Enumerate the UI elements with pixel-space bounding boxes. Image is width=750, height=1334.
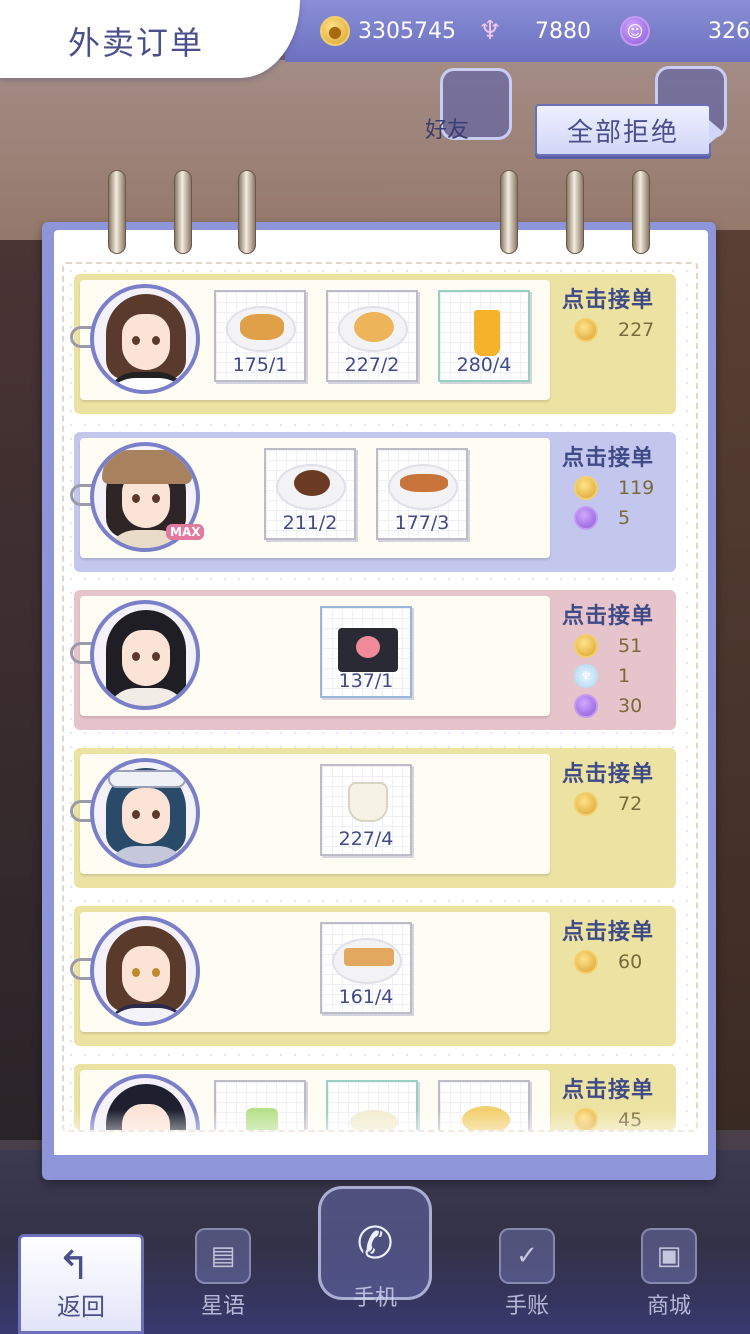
dish-card: 227/2 [326, 290, 418, 382]
dish-quantity: 177/3 [394, 512, 450, 534]
reward-item: 227 [574, 316, 654, 344]
order-row[interactable]: 161/4 点击接单 60 [70, 906, 676, 1046]
dish-quantity: 280/4 [456, 354, 512, 376]
gold-coin-icon [574, 476, 598, 500]
gold-coin-icon [574, 318, 598, 342]
binder-ring [566, 170, 584, 254]
binder-ring [174, 170, 192, 254]
order-row[interactable]: 137/1 点击接单 51 ♆ 1 30 [70, 590, 676, 730]
binder-ring [238, 170, 256, 254]
friends-label: 好友 [425, 118, 470, 143]
max-badge: MAX [166, 524, 205, 540]
nav-star-language[interactable]: ▤ 星语 [188, 1228, 258, 1320]
nav-label: 手机 [352, 1286, 397, 1311]
dish-quantity: 161/4 [338, 986, 394, 1008]
purple-smile-icon [574, 506, 598, 530]
reward-value: 227 [618, 319, 655, 341]
reward-item: 51 [574, 632, 642, 660]
dish-card: 177/3 [376, 448, 468, 540]
skewer-plate-icon [400, 474, 448, 492]
binder-ring [500, 170, 518, 254]
title-banner: 外卖订单 [0, 0, 300, 78]
swan-amount: 7880 [535, 18, 591, 44]
milk-cup-icon [348, 782, 388, 822]
dish-card: 280/4 [438, 290, 530, 382]
reward-value: 5 [618, 507, 631, 529]
reward-value: 60 [618, 951, 643, 973]
reward-item: 60 [574, 948, 642, 976]
reject-all-button[interactable]: 全部拒绝 [535, 104, 723, 156]
swan-currency[interactable]: ♆ 7880 [475, 13, 591, 49]
currency-bar: ● 3305745 ♆ 7880 ☺ 3266 [285, 0, 750, 62]
pancake-plate-icon [354, 312, 394, 342]
swan-icon: ♆ [574, 664, 598, 688]
dish-card: 175/1 [214, 290, 306, 382]
gold-currency: ● 3305745 [320, 13, 456, 49]
dish-quantity: 227/2 [344, 354, 400, 376]
reward-value: 1 [618, 665, 631, 687]
phone-icon: ✆ [356, 1217, 394, 1269]
back-button[interactable]: ↰ 返回 [18, 1234, 144, 1334]
nav-journal[interactable]: ✓ 手账 [492, 1228, 562, 1320]
cards-icon: ▤ [195, 1228, 251, 1284]
orange-juice-icon [474, 310, 500, 356]
reward-item: ♆ 1 [574, 662, 630, 690]
coffee-cup-icon [294, 470, 330, 496]
accept-order-button[interactable]: 点击接单 [562, 914, 654, 946]
nav-shop[interactable]: ▣ 商城 [634, 1228, 704, 1320]
toast-plate-icon [344, 948, 394, 966]
back-label: 返回 [57, 1293, 105, 1321]
customer-avatar [90, 758, 200, 868]
customer-avatar [90, 284, 200, 394]
shop-bag-icon: ▣ [641, 1228, 697, 1284]
accept-order-button[interactable]: 点击接单 [562, 440, 654, 472]
gold-coin-icon: ● [320, 16, 350, 46]
order-row[interactable]: 175/1 227/2 280/4 点击接单 227 [70, 274, 676, 414]
dish-card: 211/2 [264, 448, 356, 540]
customer-avatar [90, 600, 200, 710]
reward-value: 30 [618, 695, 643, 717]
reward-value: 72 [618, 793, 643, 815]
nav-label: 商城 [646, 1294, 691, 1319]
dish-card: 227/4 [320, 764, 412, 856]
customer-avatar [90, 916, 200, 1026]
dish-quantity: 211/2 [282, 512, 338, 534]
smile-amount: 3266 [708, 18, 750, 44]
reward-item: 119 [574, 474, 654, 502]
dish-quantity: 175/1 [232, 354, 288, 376]
purple-smile-icon [574, 694, 598, 718]
page-title: 外卖订单 [68, 24, 205, 62]
dish-card: 137/1 [320, 606, 412, 698]
list-fade [54, 1110, 708, 1155]
gold-coin-icon [574, 792, 598, 816]
swan-plus-icon: ♆ [478, 16, 502, 46]
calendar-check-icon: ✓ [499, 1228, 555, 1284]
binder-ring [632, 170, 650, 254]
accept-order-button[interactable]: 点击接单 [562, 282, 654, 314]
dish-quantity: 227/4 [338, 828, 394, 850]
return-arrow-icon: ↰ [57, 1243, 91, 1289]
fried-chicken-plate-icon [240, 314, 284, 340]
order-row[interactable]: MAX 211/2 177/3 点击接单 119 5 [70, 432, 676, 572]
nav-label: 星语 [200, 1294, 245, 1319]
nav-phone-label: 手机 [340, 1280, 410, 1312]
binder-ring [108, 170, 126, 254]
reward-item: 5 [574, 504, 630, 532]
gold-coin-icon [574, 950, 598, 974]
dish-card: 161/4 [320, 922, 412, 1014]
purple-smile-icon: ☺ [620, 16, 650, 46]
reward-item: 72 [574, 790, 642, 818]
dish-quantity: 137/1 [338, 670, 394, 692]
nav-label: 手账 [504, 1294, 549, 1319]
smile-currency: ☺ 3266 [620, 13, 750, 49]
gold-coin-icon [574, 634, 598, 658]
accept-order-button[interactable]: 点击接单 [562, 756, 654, 788]
order-row[interactable]: 227/4 点击接单 72 [70, 748, 676, 888]
reward-value: 119 [618, 477, 655, 499]
accept-order-button[interactable]: 点击接单 [562, 1072, 654, 1104]
gold-amount: 3305745 [358, 18, 456, 44]
accept-order-button[interactable]: 点击接单 [562, 598, 654, 630]
reward-value: 51 [618, 635, 643, 657]
reward-item: 30 [574, 692, 642, 720]
